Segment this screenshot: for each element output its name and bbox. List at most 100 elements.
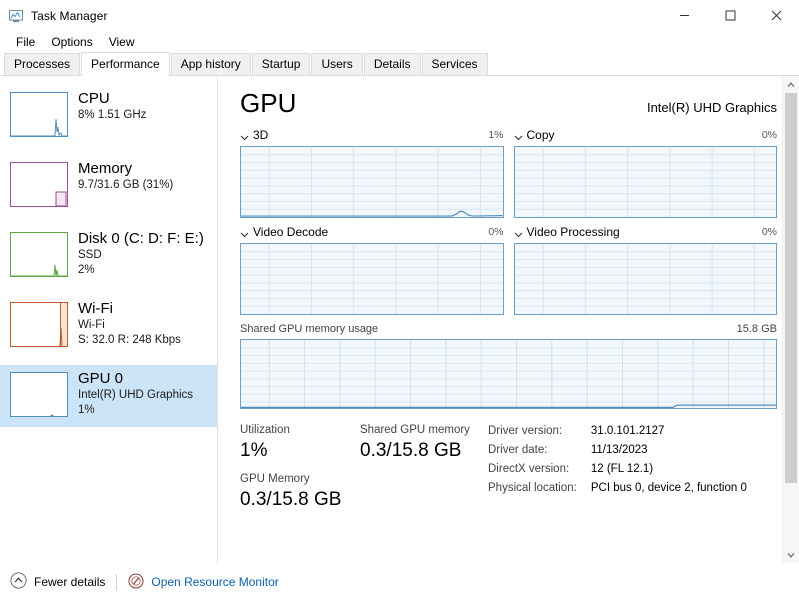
chevron-down-icon[interactable] [240,131,249,140]
maximize-button[interactable] [707,0,753,31]
graph-title-copy: Copy [526,128,555,142]
sidebar-wifi-title: Wi-Fi [78,300,113,317]
graph-label-copy: Copy 0% [514,127,777,143]
tab-users[interactable]: Users [311,53,363,75]
panel-header: GPU Intel(R) UHD Graphics [240,88,777,118]
sidebar-memory-title: Memory [78,160,133,177]
tab-app-history[interactable]: App history [170,53,251,75]
table-row: Driver date: 11/13/2023 [488,442,747,461]
menu-options[interactable]: Options [43,33,100,51]
menu-bar: File Options View [0,31,799,53]
minimize-button[interactable] [661,0,707,31]
sidebar-item-cpu[interactable]: CPU 8% 1.51 GHz [0,85,217,147]
driver-date-value: 11/13/2023 [590,444,648,456]
status-divider [116,573,118,591]
sidebar-gpu-title: GPU 0 [78,370,124,387]
sidebar-memory-line1: 9.7/31.6 GB (31%) [78,179,174,191]
chevron-down-icon[interactable] [514,228,523,237]
sidebar-wifi-line1: Wi-Fi [78,319,105,331]
physical-location-value: PCI bus 0, device 2, function 0 [590,482,747,494]
graph-value-copy: 0% [761,129,777,141]
device-name: Intel(R) UHD Graphics [646,100,777,115]
wifi-thumbnail [10,302,68,347]
sidebar-item-memory[interactable]: Memory 9.7/31.6 GB (31%) [0,155,217,217]
tab-performance[interactable]: Performance [81,52,170,76]
graph-label-video-processing: Video Processing 0% [514,224,777,240]
stat-shared-gpu-memory: Shared GPU memory 0.3/15.8 GB [360,423,488,463]
graph-copy [513,146,777,218]
shared-memory-max: 15.8 GB [736,322,777,335]
stat-utilization-value: 1% [240,440,268,461]
tab-details[interactable]: Details [363,53,421,75]
sidebar-item-gpu[interactable]: GPU 0 Intel(R) UHD Graphics 1% [0,365,217,427]
directx-version-label: DirectX version: [488,463,570,475]
open-resource-monitor-link[interactable]: Open Resource Monitor [128,572,279,592]
tab-processes[interactable]: Processes [4,53,81,75]
disk-thumbnail [10,232,68,277]
scroll-up-button[interactable] [783,76,799,93]
stat-utilization-label: Utilization [240,424,290,436]
sidebar-item-cpu-text: CPU 8% 1.51 GHz [78,85,146,123]
stats-column-2: Shared GPU memory 0.3/15.8 GB [360,423,488,521]
sidebar-item-wifi[interactable]: Wi-Fi Wi-Fi S: 32.0 R: 248 Kbps [0,295,217,357]
sidebar-disk-line1: SSD [78,249,102,261]
graph-label-3d: 3D 1% [240,127,504,143]
task-manager-icon [8,8,24,24]
shared-memory-section: Shared GPU memory usage 15.8 GB [240,321,777,409]
open-resource-monitor-label: Open Resource Monitor [151,575,279,589]
graph-cell-video-processing: Video Processing 0% [513,224,777,315]
fewer-details-button[interactable]: Fewer details [10,572,116,592]
graph-value-video-decode: 0% [488,226,504,238]
scrollbar-track[interactable] [783,93,799,546]
chevron-down-icon[interactable] [514,131,523,140]
stat-gpu-memory: GPU Memory 0.3/15.8 GB [240,472,360,512]
cpu-thumbnail [10,92,68,137]
fewer-details-label: Fewer details [34,575,106,589]
graph-label-video-decode: Video Decode 0% [240,224,504,240]
close-button[interactable] [753,0,799,31]
window-title: Task Manager [31,8,108,23]
stat-gpu-memory-label: GPU Memory [240,473,310,485]
sidebar-wifi-line2: S: 32.0 R: 248 Kbps [78,334,181,346]
graph-3d [240,146,504,218]
stat-utilization: Utilization 1% [240,423,360,463]
sidebar-gpu-line1: Intel(R) UHD Graphics [78,389,194,401]
chevron-up-circle-icon [10,572,27,592]
sidebar-item-disk[interactable]: Disk 0 (C: D: F: E:) SSD 2% [0,225,217,287]
graph-value-video-processing: 0% [761,226,777,238]
table-row: DirectX version: 12 (FL 12.1) [488,461,747,480]
chevron-down-icon[interactable] [240,228,249,237]
sidebar-item-memory-text: Memory 9.7/31.6 GB (31%) [78,155,173,193]
tab-services[interactable]: Services [421,53,488,75]
menu-file[interactable]: File [8,33,43,51]
graph-value-3d: 1% [488,129,504,141]
stat-gpu-memory-value: 0.3/15.8 GB [240,489,342,510]
resource-sidebar: CPU 8% 1.51 GHz Memory 9.7/31.6 GB (31%) [0,76,218,563]
status-bar: Fewer details Open Resource Monitor [0,563,799,600]
stat-shared-gpu-memory-label: Shared GPU memory [360,424,470,436]
scrollbar-thumb[interactable] [785,93,797,483]
tab-bar: Processes Performance App history Startu… [0,52,799,76]
vertical-scrollbar[interactable] [782,76,799,563]
sidebar-item-disk-text: Disk 0 (C: D: F: E:) SSD 2% [78,225,204,278]
table-row: Driver version: 31.0.101.2127 [488,423,747,442]
graph-row-1: 3D 1% Copy 0% [240,127,777,218]
graph-cell-video-decode: Video Decode 0% [240,224,504,315]
sidebar-item-wifi-text: Wi-Fi Wi-Fi S: 32.0 R: 248 Kbps [78,295,181,348]
sidebar-item-gpu-text: GPU 0 Intel(R) UHD Graphics 1% [78,365,193,418]
memory-thumbnail [10,162,68,207]
gpu-detail-panel: GPU Intel(R) UHD Graphics 3D 1% Copy 0% … [218,76,799,563]
menu-view[interactable]: View [101,33,143,51]
sidebar-disk-title: Disk 0 (C: D: F: E:) [78,230,204,247]
scroll-down-button[interactable] [783,546,799,563]
tab-startup[interactable]: Startup [251,53,311,75]
driver-version-label: Driver version: [488,425,563,437]
graph-video-processing [513,243,777,315]
stats-column-1: Utilization 1% GPU Memory 0.3/15.8 GB [240,423,360,521]
graph-video-decode [240,243,504,315]
graph-shared-memory [240,339,777,409]
graph-row-2: Video Decode 0% Video Processing 0% [240,224,777,315]
gpu-thumbnail [10,372,68,417]
driver-version-value: 31.0.101.2127 [590,425,665,437]
driver-info-table: Driver version: 31.0.101.2127 Driver dat… [488,423,747,499]
